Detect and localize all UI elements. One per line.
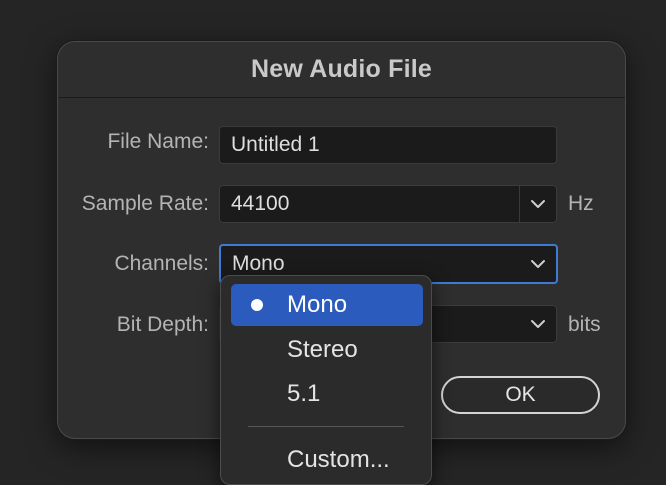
sample-rate-unit: Hz [568, 192, 594, 215]
chevron-down-icon [531, 260, 545, 268]
file-name-field[interactable]: Untitled 1 [219, 126, 557, 164]
menu-item-5-1[interactable]: 5.1 [231, 373, 423, 415]
bit-depth-chevron [520, 306, 556, 342]
sample-rate-label: Sample Rate: [81, 192, 209, 215]
file-name-value: Untitled 1 [231, 133, 320, 156]
menu-item-label: Custom... [287, 446, 390, 473]
menu-divider [248, 426, 404, 427]
ok-button[interactable]: OK [441, 376, 600, 414]
bit-depth-unit: bits [568, 313, 601, 336]
channels-value: Mono [232, 252, 285, 275]
menu-item-stereo[interactable]: Stereo [231, 329, 423, 371]
dialog-titlebar: New Audio File [58, 42, 625, 98]
menu-item-label: 5.1 [287, 380, 321, 407]
sample-rate-dropdown-button[interactable] [519, 186, 556, 222]
chevron-down-icon [531, 200, 545, 208]
sample-rate-combobox[interactable]: 44100 [219, 185, 557, 223]
chevron-down-icon [531, 320, 545, 328]
file-name-label: File Name: [107, 130, 209, 153]
menu-item-label: Mono [287, 291, 348, 318]
sample-rate-value: 44100 [231, 192, 290, 215]
menu-item-label: Stereo [287, 336, 358, 363]
channels-chevron [520, 246, 556, 282]
channels-label: Channels: [114, 252, 209, 275]
menu-item-custom[interactable]: Custom... [231, 439, 423, 481]
menu-item-mono[interactable]: Mono [231, 284, 423, 326]
selected-bullet-icon [251, 299, 263, 311]
bit-depth-label: Bit Depth: [116, 313, 209, 336]
dialog-title: New Audio File [250, 55, 433, 83]
channels-popup-menu: Mono Stereo 5.1 Custom... [220, 275, 432, 485]
